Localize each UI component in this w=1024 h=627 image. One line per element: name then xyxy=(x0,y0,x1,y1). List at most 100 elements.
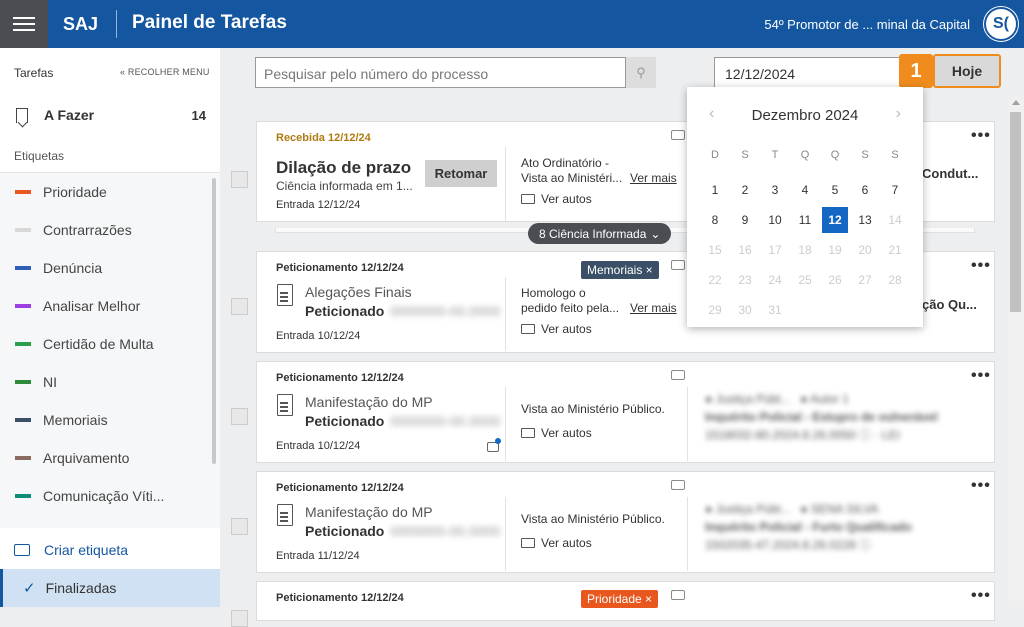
card-checkbox[interactable] xyxy=(231,518,248,535)
calendar-day[interactable]: 30 xyxy=(730,295,760,325)
card-checkbox[interactable] xyxy=(231,610,248,627)
calendar-day[interactable]: 21 xyxy=(880,235,910,265)
card-checkbox[interactable] xyxy=(231,171,248,188)
scroll-up-icon[interactable] xyxy=(1012,100,1020,105)
ver-mais-link[interactable]: Ver mais xyxy=(630,171,677,185)
message-icon[interactable] xyxy=(487,438,501,452)
calendar-day[interactable]: 7 xyxy=(880,175,910,205)
calendar-day[interactable]: 15 xyxy=(700,235,730,265)
task-card[interactable]: Peticionamento 12/12/24 ••• Manifestação… xyxy=(256,471,995,573)
card-checkbox[interactable] xyxy=(231,408,248,425)
date-input[interactable]: 12/12/2024 xyxy=(714,57,904,88)
calendar-day[interactable]: 12 xyxy=(822,207,848,233)
memoriais-chip[interactable]: Memoriais × xyxy=(581,261,659,279)
card-checkbox[interactable] xyxy=(231,298,248,315)
calendar-day[interactable]: 9 xyxy=(730,205,760,235)
collapse-menu-button[interactable]: « RECOLHER MENU xyxy=(120,67,210,77)
calendar-day[interactable]: 13 xyxy=(850,205,880,235)
sidebar-scrollbar[interactable] xyxy=(212,178,216,464)
calendar-day[interactable]: 3 xyxy=(760,175,790,205)
calendar-day[interactable]: 31 xyxy=(760,295,790,325)
task-card[interactable]: Peticionamento 12/12/24 ••• Manifestação… xyxy=(256,361,995,463)
more-options-icon[interactable]: ••• xyxy=(971,257,991,275)
weekday-label: D xyxy=(711,149,719,161)
more-options-icon[interactable]: ••• xyxy=(971,367,991,385)
today-button[interactable]: Hoje xyxy=(933,54,1001,88)
more-options-icon[interactable]: ••• xyxy=(971,127,991,145)
ver-autos-link[interactable]: Ver autos xyxy=(521,536,592,550)
sidebar-item-finalizadas[interactable]: ✓ Finalizadas xyxy=(0,569,220,607)
sidebar-item-denuncia[interactable]: Denúncia xyxy=(0,249,220,287)
calendar-day[interactable]: 16 xyxy=(730,235,760,265)
calendar-day[interactable]: 24 xyxy=(760,265,790,295)
calendar-day[interactable]: 28 xyxy=(880,265,910,295)
calendar-day[interactable]: 25 xyxy=(790,265,820,295)
divider xyxy=(687,497,688,571)
more-options-icon[interactable]: ••• xyxy=(971,587,991,605)
calendar-day[interactable]: 17 xyxy=(760,235,790,265)
ver-autos-link[interactable]: Ver autos xyxy=(521,192,592,206)
calendar-day[interactable]: 27 xyxy=(850,265,880,295)
sidebar-item-arquivamento[interactable]: Arquivamento xyxy=(0,439,220,477)
calendar-day[interactable]: 11 xyxy=(790,205,820,235)
calendar-day[interactable]: 6 xyxy=(850,175,880,205)
calendar-day[interactable]: 14 xyxy=(880,205,910,235)
prioridade-chip[interactable]: Prioridade × xyxy=(581,590,659,608)
calendar-day[interactable]: 8 xyxy=(700,205,730,235)
search-input[interactable]: Pesquisar pelo número do processo xyxy=(255,57,626,88)
calendar-day[interactable]: 20 xyxy=(850,235,880,265)
card-status: Peticionado 0000000-00.0000 xyxy=(305,413,500,429)
ver-autos-link[interactable]: Ver autos xyxy=(521,322,592,336)
calendar-day[interactable]: 4 xyxy=(790,175,820,205)
chevron-right-icon[interactable]: › xyxy=(896,105,901,123)
ver-autos-link[interactable]: Ver autos xyxy=(521,426,592,440)
search-icon[interactable]: ⚲ xyxy=(626,57,656,88)
user-role[interactable]: 54º Promotor de ... minal da Capital xyxy=(764,17,970,32)
add-tag-icon[interactable] xyxy=(671,370,685,380)
create-tag-button[interactable]: Criar etiqueta xyxy=(0,532,220,568)
group-badge-label: 8 Ciência Informada xyxy=(539,226,647,241)
add-tag-icon[interactable] xyxy=(671,260,685,270)
status-label: Peticionado xyxy=(305,303,385,319)
card-title: Manifestação do MP xyxy=(305,504,433,520)
sidebar-item-ni[interactable]: NI xyxy=(0,363,220,401)
calendar-day[interactable]: 1 xyxy=(700,175,730,205)
calendar-day[interactable]: 23 xyxy=(730,265,760,295)
calendar-day[interactable]: 5 xyxy=(820,175,850,205)
retomar-button[interactable]: Retomar xyxy=(425,160,497,187)
calendar-day[interactable]: 22 xyxy=(700,265,730,295)
calendar-day[interactable]: 19 xyxy=(820,235,850,265)
calendar-day[interactable]: 29 xyxy=(700,295,730,325)
sidebar-item-a-fazer[interactable]: A Fazer 14 xyxy=(0,98,220,132)
sidebar-item-prioridade[interactable]: Prioridade xyxy=(0,173,220,211)
folder-icon xyxy=(521,324,535,334)
sidebar-item-contrarrazoes[interactable]: Contrarrazões xyxy=(0,211,220,249)
ver-autos-label: Ver autos xyxy=(541,322,592,336)
weekday-label: T xyxy=(771,149,779,161)
ver-mais-link[interactable]: Ver mais xyxy=(630,301,677,315)
redacted-number: 0000000-00.0000 xyxy=(390,303,501,319)
group-badge[interactable]: 8 Ciência Informada ⌄ xyxy=(528,223,672,244)
add-tag-icon[interactable] xyxy=(671,480,685,490)
add-tag-icon[interactable] xyxy=(671,130,685,140)
sidebar-item-analisar-melhor[interactable]: Analisar Melhor xyxy=(0,287,220,325)
sidebar-item-comunicacao-vitima[interactable]: Comunicação Víti... xyxy=(0,477,220,515)
calendar-day[interactable]: 18 xyxy=(790,235,820,265)
tag-color xyxy=(15,494,31,498)
card-title: Dilação de prazo xyxy=(276,158,412,177)
card-entry-date: Entrada 10/12/24 xyxy=(276,440,361,452)
avatar[interactable]: S( xyxy=(984,7,1018,41)
more-options-icon[interactable]: ••• xyxy=(971,477,991,495)
tag-color xyxy=(15,304,31,308)
tag-label: Prioridade xyxy=(43,184,107,200)
scroll-thumb[interactable] xyxy=(1010,112,1021,312)
calendar-day[interactable]: 26 xyxy=(820,265,850,295)
sidebar-item-certidao-de-multa[interactable]: Certidão de Multa xyxy=(0,325,220,363)
main-scrollbar[interactable] xyxy=(1008,96,1024,607)
task-card[interactable]: Peticionamento 12/12/24 Prioridade × ••• xyxy=(256,581,995,621)
menu-icon[interactable] xyxy=(0,0,48,48)
add-tag-icon[interactable] xyxy=(671,590,685,600)
sidebar-item-memoriais[interactable]: Memoriais xyxy=(0,401,220,439)
calendar-day[interactable]: 10 xyxy=(760,205,790,235)
calendar-day[interactable]: 2 xyxy=(730,175,760,205)
